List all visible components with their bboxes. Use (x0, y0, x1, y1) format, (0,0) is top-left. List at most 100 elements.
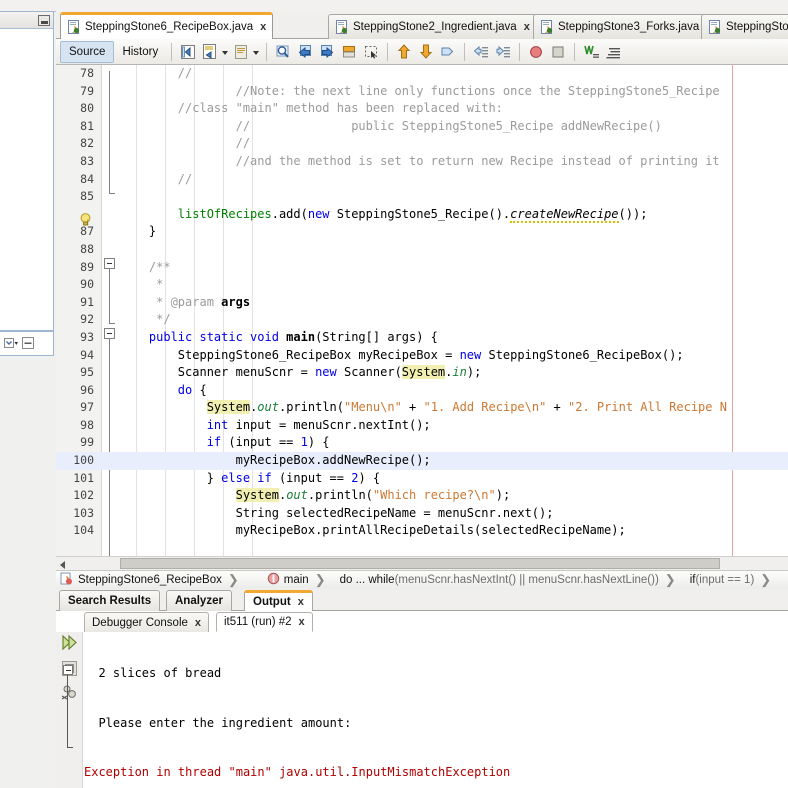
breadcrumb-item-loop[interactable]: do ... while (menuScnr.hasNextInt() || m… (336, 574, 663, 586)
scrollbar-thumb[interactable] (120, 558, 720, 569)
refactor-icon[interactable] (200, 42, 220, 62)
toolbar-separator (387, 42, 389, 61)
subtab-debugger-console[interactable]: Debugger Console x (84, 612, 210, 632)
previous-error-icon[interactable] (394, 42, 414, 62)
debug-icon[interactable] (61, 684, 78, 701)
code-line[interactable]: 96 do { (56, 382, 788, 400)
tab-output[interactable]: Output x (244, 590, 313, 611)
history-button[interactable]: History (114, 41, 166, 63)
stop-macro-icon[interactable] (548, 42, 568, 62)
previous-bookmark-icon[interactable] (295, 42, 315, 62)
run-again-icon[interactable] (61, 634, 78, 651)
console-output-text: 2 slices of bread Please enter the ingre… (84, 632, 788, 788)
code-line[interactable]: 81 // public SteppingStone5_Recipe addNe… (56, 118, 788, 136)
left-docked-panel-secondary (0, 331, 54, 356)
editor-tab-label: SteppingStone3_Forks.java (558, 21, 700, 33)
code-line[interactable]: 94 SteppingStone6_RecipeBox myRecipeBox … (56, 347, 788, 365)
shift-right-icon[interactable] (493, 42, 513, 62)
stop-record-icon[interactable] (526, 42, 546, 62)
editor-tab-close-icon[interactable]: x (260, 21, 266, 33)
toolbar-separator (574, 42, 576, 61)
left-gutter-fill (0, 356, 54, 788)
code-line[interactable]: 87 } (56, 223, 788, 241)
editor-tab-label: SteppingStone2_Ingredient.java (353, 21, 517, 33)
code-line[interactable]: 99 if (input == 1) { (56, 434, 788, 452)
line-number: 83 (80, 153, 94, 168)
code-line[interactable]: 82 // (56, 135, 788, 153)
toggle-bookmark-icon[interactable] (339, 42, 359, 62)
inspect-members-icon[interactable] (603, 42, 623, 62)
output-tab-bar: Search Results Analyzer Output x (56, 589, 788, 611)
code-line[interactable]: 103 String selectedRecipeName = menuScnr… (56, 505, 788, 523)
code-line[interactable]: 98 int input = menuScnr.nextInt(); (56, 417, 788, 435)
editor-tab-2[interactable]: SteppingStone3_Forks.java x (533, 14, 720, 39)
code-editor-area[interactable]: ! 78 // 79 //Note: the next line only fu… (56, 65, 788, 562)
code-line[interactable]: 92 */ (56, 311, 788, 329)
comment-dropdown-icon[interactable] (252, 42, 261, 62)
tab-analyzer[interactable]: Analyzer (166, 590, 232, 611)
code-line[interactable]: 86 listOfRecipes.add(new SteppingStone5_… (56, 206, 788, 224)
refactor-dropdown-icon[interactable] (221, 42, 230, 62)
editor-horizontal-scrollbar[interactable] (56, 556, 788, 570)
collapse-all-icon[interactable] (21, 336, 35, 350)
code-line[interactable]: 101 } else if (input == 2) { (56, 470, 788, 488)
code-line[interactable]: 90 * (56, 276, 788, 294)
tab-label: Output (253, 596, 291, 608)
editor-tab-0[interactable]: SteppingStone6_RecipeBox.java x (60, 12, 274, 39)
code-line[interactable]: 85 (56, 188, 788, 206)
next-error-icon[interactable] (416, 42, 436, 62)
minimize-window-icon[interactable] (38, 15, 50, 26)
code-line[interactable]: 93 public static void main(String[] args… (56, 329, 788, 347)
editor-tab-1[interactable]: SteppingStone2_Ingredient.java x (328, 14, 537, 39)
editor-tab-3[interactable]: SteppingStone4_Loops. (701, 14, 788, 39)
subtab-it511-run[interactable]: it511 (run) #2 x (216, 612, 313, 632)
editor-tab-close-icon[interactable]: x (524, 21, 530, 33)
breadcrumb-item-class[interactable]: SteppingStone6_RecipeBox (56, 572, 226, 589)
find-selection-icon[interactable] (273, 42, 293, 62)
code-line[interactable]: 79 //Note: the next line only functions … (56, 83, 788, 101)
stack-trace-bracket-foot (67, 747, 73, 748)
code-line[interactable]: 78 // (56, 65, 788, 83)
tab-search-results[interactable]: Search Results (59, 590, 161, 611)
code-line[interactable]: 83 //and the method is set to return new… (56, 153, 788, 171)
shift-left-icon[interactable] (471, 42, 491, 62)
line-number: 96 (80, 382, 94, 397)
scroll-left-icon[interactable] (56, 557, 70, 570)
subtab-close-icon[interactable]: x (299, 616, 305, 628)
subtab-label: Debugger Console (92, 616, 188, 629)
line-number: 91 (80, 294, 94, 309)
breadcrumb-item-if[interactable]: if (input == 1) (686, 574, 759, 586)
code-line[interactable]: 88 (56, 241, 788, 259)
source-button[interactable]: Source (60, 40, 115, 63)
code-line[interactable]: 102 System.out.println("Which recipe?\n"… (56, 487, 788, 505)
breadcrumb-item-method[interactable]: main (263, 572, 313, 588)
code-line[interactable]: 97 System.out.println("Menu\n" + "1. Add… (56, 399, 788, 417)
line-number: 98 (80, 417, 94, 432)
code-line[interactable]: 89 /** (56, 259, 788, 277)
start-macro-icon[interactable] (581, 42, 601, 62)
output-console[interactable]: 2 slices of bread Please enter the ingre… (56, 632, 788, 788)
tab-close-icon[interactable]: x (298, 596, 304, 608)
line-number: 95 (80, 365, 94, 380)
code-line-highlighted[interactable]: 100 myRecipeBox.addNewRecipe(); (56, 452, 788, 470)
next-bookmark-icon[interactable] (317, 42, 337, 62)
filter-dropdown-icon[interactable] (4, 336, 18, 350)
breadcrumb-sublabel: (input == 1) (695, 574, 755, 586)
code-line[interactable]: 80 //class "main" method has been replac… (56, 100, 788, 118)
code-line[interactable]: 91 * @param args (56, 294, 788, 312)
last-edit-icon[interactable] (178, 42, 198, 62)
code-line[interactable]: 84 // (56, 171, 788, 189)
stack-trace-fold-toggle[interactable] (63, 665, 73, 675)
code-line[interactable]: 104 myRecipeBox.printAllRecipeDetails(se… (56, 522, 788, 540)
comment-icon[interactable] (231, 42, 251, 62)
subtab-close-icon[interactable]: x (195, 617, 201, 629)
line-number: 93 (80, 329, 94, 344)
line-number: 94 (80, 347, 94, 362)
toggle-breakpoint-icon[interactable] (438, 42, 458, 62)
code-lines: 78 // 79 //Note: the next line only func… (56, 65, 788, 562)
line-number: 78 (80, 66, 94, 80)
code-line[interactable]: 95 Scanner menuScnr = new Scanner(System… (56, 364, 788, 382)
rectangular-selection-icon[interactable] (361, 42, 381, 62)
left-panel-header (0, 12, 53, 29)
line-number: 87 (80, 224, 94, 239)
